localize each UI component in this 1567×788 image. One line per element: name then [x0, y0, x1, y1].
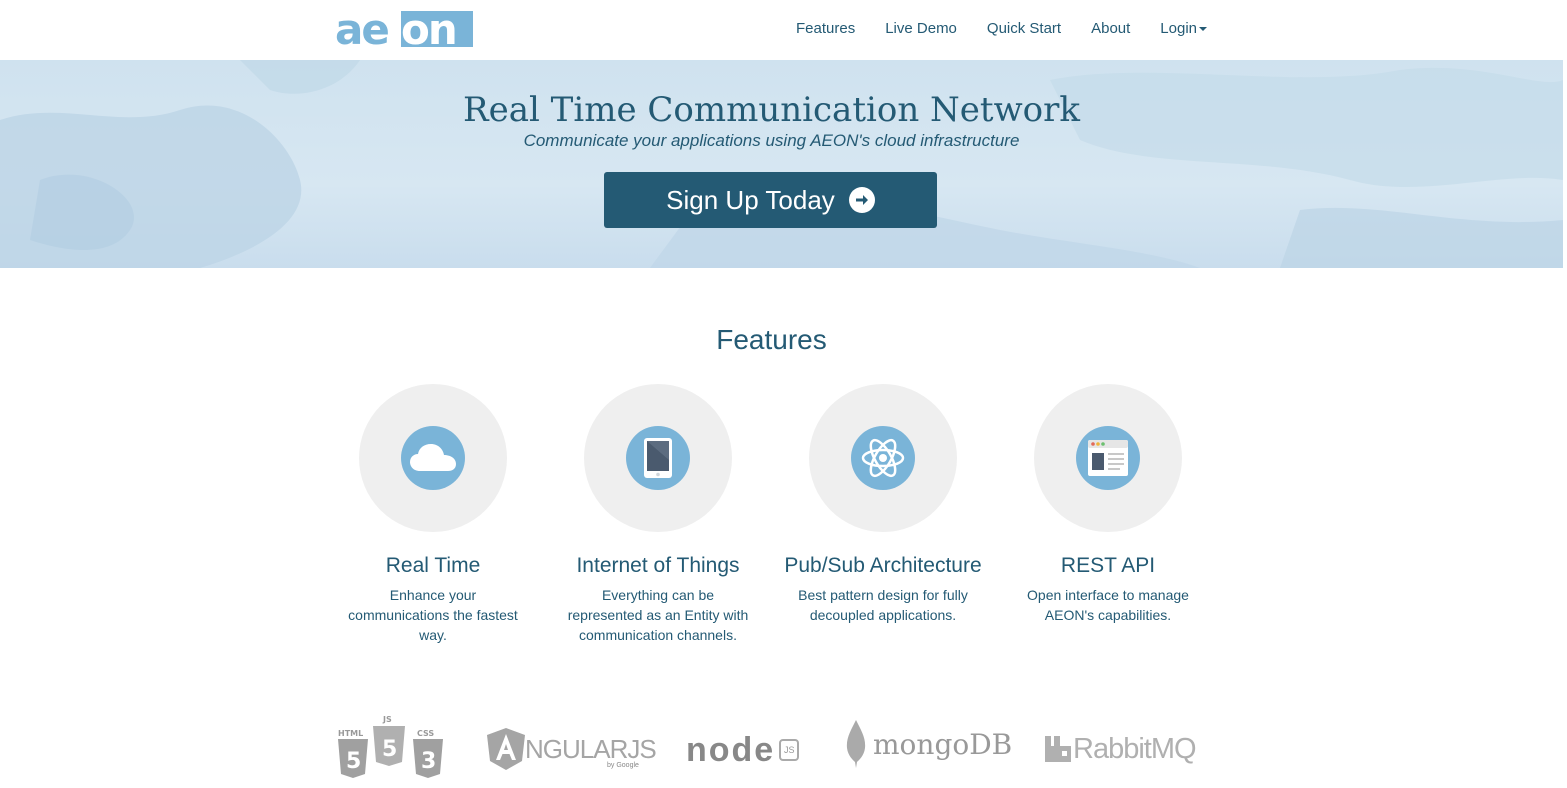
caret-down-icon: [1199, 26, 1207, 31]
features-heading: Features: [716, 324, 827, 355]
technology-logos: HTML 5 JS 5 CSS 3 NGULARJS by Google nod…: [0, 712, 1567, 788]
feature-icon-circle: [584, 384, 732, 532]
feature-rest-api: REST API Open interface to manage AEON's…: [1003, 384, 1213, 625]
cloud-icon: [401, 426, 465, 490]
nav-live-demo[interactable]: Live Demo: [885, 20, 957, 37]
html5-js-css3-logo: HTML 5 JS 5 CSS 3: [335, 714, 447, 780]
node-wordmark: node: [686, 730, 776, 769]
svg-text:ae: ae: [335, 11, 388, 49]
hero-title: Real Time Communication Network: [462, 90, 1080, 130]
feature-description: Enhance your communications the fastest …: [348, 587, 518, 643]
feature-title: Internet of Things: [576, 554, 740, 577]
angularjs-wordmark: NGULARJS: [525, 733, 657, 764]
nav-login-label: Login: [1160, 20, 1197, 37]
feature-internet-of-things: Internet of Things Everything can be rep…: [553, 384, 763, 645]
mongodb-logo: mongoDB: [845, 718, 1012, 770]
angular-by-google: by Google: [607, 762, 639, 769]
feature-title: REST API: [1060, 554, 1156, 577]
browser-window-icon: [1076, 426, 1140, 490]
feature-icon-circle: [809, 384, 957, 532]
feature-description: Open interface to manage AEON's capabili…: [1027, 587, 1189, 623]
aeon-logo[interactable]: ae on: [335, 11, 475, 49]
feature-title: Pub/Sub Architecture: [784, 554, 982, 577]
hero-subtitle: Communicate your applications using AEON…: [523, 131, 1020, 150]
angularjs-logo: NGULARJS by Google: [487, 726, 657, 772]
rabbitmq-wordmark: RabbitMQ: [1073, 732, 1197, 765]
nav-features[interactable]: Features: [796, 20, 855, 37]
rabbitmq-icon: [1045, 736, 1071, 762]
html-label: HTML: [338, 729, 363, 738]
tablet-icon: [626, 426, 690, 490]
feature-icon-circle: [1034, 384, 1182, 532]
feature-pub-sub: Pub/Sub Architecture Best pattern design…: [778, 384, 988, 625]
node-js-hexagon-icon: JS: [779, 739, 800, 761]
nodejs-logo: node JS: [686, 730, 800, 770]
atom-icon: [851, 426, 915, 490]
nav-quick-start[interactable]: Quick Start: [987, 20, 1061, 37]
css-label: CSS: [417, 729, 434, 738]
feature-icon-circle: [359, 384, 507, 532]
rabbitmq-logo: RabbitMQ: [1045, 732, 1197, 766]
navbar: ae on Features Live Demo Quick Start Abo…: [0, 0, 1567, 60]
svg-text:5: 5: [346, 749, 361, 774]
hero-banner: Real Time Communication Network Communic…: [0, 60, 1563, 268]
mongodb-leaf-icon: [846, 720, 866, 768]
arrow-right-circle-icon: [848, 187, 875, 213]
nav-about[interactable]: About: [1091, 20, 1130, 37]
mongodb-wordmark: mongoDB: [873, 727, 1013, 761]
feature-title: Real Time: [385, 554, 481, 577]
main-nav: Features Live Demo Quick Start About Log…: [766, 20, 1207, 37]
js-label: JS: [382, 715, 392, 724]
feature-description: Best pattern design for fully decoupled …: [798, 587, 968, 623]
feature-real-time: Real Time Enhance your communications th…: [328, 384, 538, 645]
angular-shield-icon: [487, 728, 525, 770]
nav-login-dropdown[interactable]: Login: [1160, 20, 1207, 37]
feature-description: Everything can be represented as an Enti…: [567, 587, 749, 643]
svg-text:on: on: [401, 11, 456, 49]
svg-text:5: 5: [382, 737, 397, 762]
svg-text:3: 3: [421, 749, 436, 774]
sign-up-button[interactable]: Sign Up Today: [604, 172, 937, 228]
sign-up-label: Sign Up Today: [666, 184, 835, 215]
